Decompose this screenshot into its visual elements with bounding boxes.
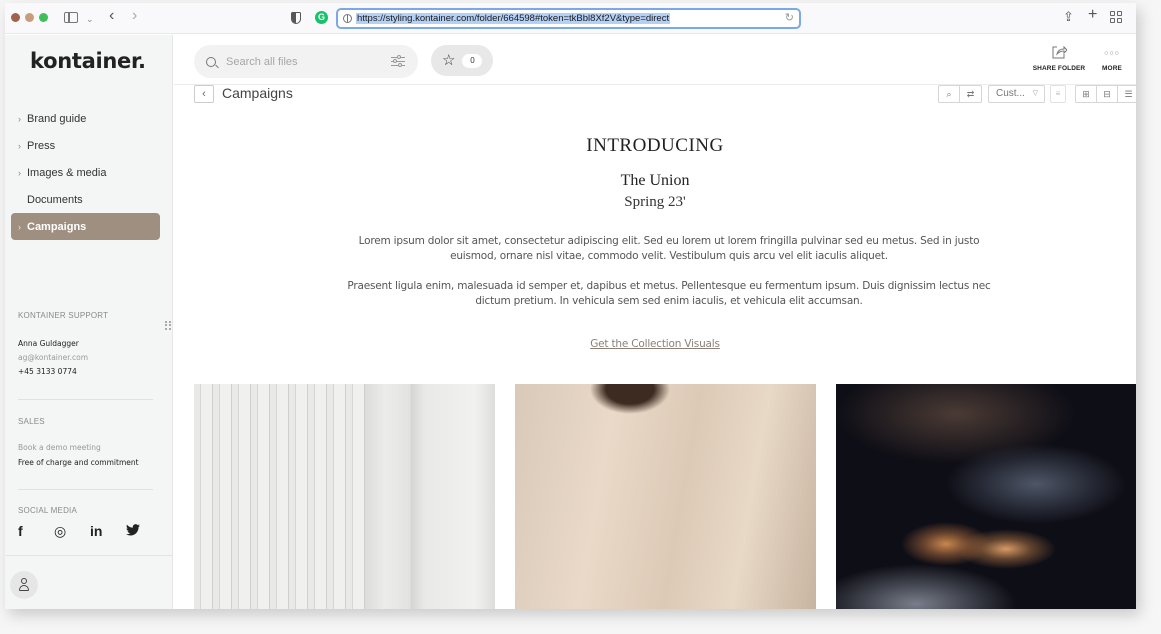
large-grid-view-icon[interactable]: ⊞: [1076, 86, 1097, 102]
support-heading: KONTAINER SUPPORT: [18, 311, 109, 320]
browser-window: ⌄ ‹ › G https://styling.kontainer.com/fo…: [5, 3, 1136, 609]
folder-search-icon[interactable]: ⌕: [939, 86, 960, 102]
favorites-count-badge: 0: [462, 53, 483, 68]
divider: [5, 555, 172, 556]
tab-overview-icon[interactable]: [1110, 11, 1122, 23]
reload-icon[interactable]: ↻: [785, 11, 794, 24]
sort-direction-button[interactable]: ≡: [1050, 85, 1066, 103]
intro-paragraph: Praesent ligula enim, malesuada id sempe…: [347, 280, 991, 307]
forward-arrow-icon[interactable]: ›: [132, 7, 137, 25]
chevron-right-icon: ›: [18, 140, 21, 151]
sort-select-value: Cust...: [996, 88, 1025, 99]
support-section: KONTAINER SUPPORT Anna Guldagger ag@kont…: [18, 311, 153, 376]
book-demo-link[interactable]: Book a demo meeting: [18, 443, 153, 452]
kontainer-logo[interactable]: kontainer.: [30, 49, 146, 73]
nav-item-label: Documents: [27, 193, 83, 206]
chevron-right-icon: ›: [18, 113, 21, 124]
nav-item-label: Brand guide: [27, 112, 87, 125]
user-avatar-button[interactable]: [10, 571, 38, 599]
back-arrow-icon[interactable]: ‹: [109, 7, 114, 25]
nav-item-press[interactable]: › Press: [11, 132, 160, 159]
social-heading-wrap: SOCIAL MEDIA: [18, 506, 153, 515]
sort-select[interactable]: Cust... ▽: [988, 85, 1045, 103]
social-heading: SOCIAL MEDIA: [18, 506, 78, 515]
nav-item-images-media[interactable]: › Images & media: [11, 159, 160, 186]
collection-visuals-link[interactable]: Get the Collection Visuals: [174, 338, 1136, 350]
swap-icon[interactable]: ⇄: [960, 86, 981, 102]
intro-heading: INTRODUCING: [586, 135, 724, 156]
folder-nav: › Brand guide › Press › Images & media ›…: [11, 105, 160, 240]
campaign-intro: INTRODUCING The Union Spring 23': [174, 135, 1136, 211]
chevron-right-icon: ›: [18, 167, 21, 178]
share-folder-label: SHARE FOLDER: [1032, 65, 1086, 72]
social-links: f ◎ in: [18, 523, 162, 540]
folder-toolbar: ‹ Campaigns ⌕ ⇄ Cust... ▽ ≡ ⊞ ⊟ ☰: [174, 85, 1136, 105]
gallery-image[interactable]: [836, 384, 1136, 609]
image-gallery: [194, 384, 1136, 609]
support-name: Anna Guldagger: [18, 339, 79, 348]
main-content: ☆ 0 SHARE FOLDER ○○○ MORE ‹ Campaigns ⌕ …: [174, 35, 1136, 609]
grammarly-extension-icon[interactable]: G: [315, 11, 328, 24]
support-email[interactable]: ag@kontainer.com: [18, 353, 153, 362]
chevron-down-icon: ▽: [1032, 90, 1038, 97]
chevron-down-icon[interactable]: ⌄: [86, 10, 94, 28]
list-view-icon[interactable]: ☰: [1118, 86, 1136, 102]
sales-section: SALES Book a demo meeting Free of charge…: [18, 417, 153, 467]
folder-title: Campaigns: [222, 85, 293, 101]
nav-item-campaigns[interactable]: › Campaigns: [11, 213, 160, 240]
support-phone[interactable]: +45 3133 0774: [18, 367, 153, 376]
privacy-shield-icon[interactable]: [291, 12, 301, 24]
search-box[interactable]: [194, 45, 418, 78]
more-button[interactable]: ○○○ MORE: [1094, 45, 1130, 72]
browser-toolbar: ⌄ ‹ › G https://styling.kontainer.com/fo…: [5, 3, 1136, 34]
intro-paragraph: Lorem ipsum dolor sit amet, consectetur …: [358, 235, 980, 262]
url-text[interactable]: https://styling.kontainer.com/folder/664…: [356, 13, 671, 24]
maximize-window-button[interactable]: [39, 13, 48, 22]
small-grid-view-icon[interactable]: ⊟: [1097, 86, 1118, 102]
sales-note: Free of charge and commitment: [18, 458, 139, 467]
close-window-button[interactable]: [11, 13, 20, 22]
user-icon: [21, 578, 27, 584]
chevron-right-icon: ›: [18, 221, 21, 232]
nav-item-label: Press: [27, 139, 56, 152]
folder-back-button[interactable]: ‹: [194, 85, 214, 103]
address-bar[interactable]: https://styling.kontainer.com/folder/664…: [336, 8, 801, 29]
nav-item-label: Images & media: [27, 166, 107, 179]
facebook-icon[interactable]: f: [18, 523, 54, 540]
more-label: MORE: [1102, 65, 1122, 72]
share-icon[interactable]: ⇪: [1063, 8, 1074, 26]
globe-icon: [343, 14, 352, 23]
new-tab-icon[interactable]: +: [1088, 6, 1097, 24]
gallery-image[interactable]: [194, 384, 495, 609]
search-icon: [206, 56, 216, 67]
nav-item-documents[interactable]: › Documents: [11, 186, 160, 213]
linkedin-icon[interactable]: in: [90, 523, 126, 540]
divider: [18, 489, 153, 490]
search-input[interactable]: [226, 55, 386, 68]
sidebar-toggle-icon[interactable]: [64, 12, 78, 23]
instagram-icon[interactable]: ◎: [54, 523, 90, 540]
nav-item-brand-guide[interactable]: › Brand guide: [11, 105, 160, 132]
gallery-image[interactable]: [515, 384, 816, 609]
share-folder-button[interactable]: SHARE FOLDER: [1031, 45, 1087, 72]
divider: [18, 399, 153, 400]
minimize-window-button[interactable]: [25, 13, 34, 22]
sales-heading: SALES: [18, 417, 45, 426]
share-folder-icon: [1031, 45, 1087, 65]
collection-subtitle: Spring 23': [624, 194, 686, 210]
view-mode-group: ⊞ ⊟ ☰: [1075, 85, 1136, 103]
star-icon: ☆: [442, 52, 456, 69]
sidebar-resize-handle[interactable]: [165, 321, 171, 330]
more-dots-icon: ○○○: [1104, 50, 1120, 57]
nav-item-label: Campaigns: [27, 220, 87, 233]
twitter-icon[interactable]: [126, 523, 162, 540]
window-controls: [11, 13, 48, 22]
collection-title: The Union: [620, 172, 690, 189]
sidebar: kontainer. › Brand guide › Press › Image…: [5, 35, 173, 609]
filter-sliders-icon[interactable]: [391, 55, 405, 67]
search-filter-group: ⌕ ⇄: [938, 85, 982, 103]
favorites-button[interactable]: ☆ 0: [431, 45, 493, 76]
top-bar: ☆ 0 SHARE FOLDER ○○○ MORE: [174, 35, 1136, 85]
user-icon-body: [19, 585, 29, 591]
